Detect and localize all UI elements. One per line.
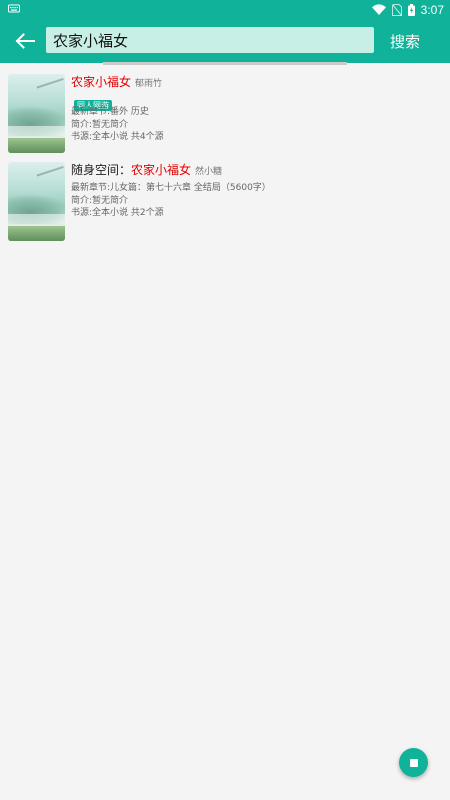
book-source: 书源:全本小说 共2个源 bbox=[71, 208, 164, 218]
book-intro: 简介:暂无简介 bbox=[71, 119, 129, 130]
book-info: 农家小福女 郁雨竹 同人网游 最新章节:番外 历史 简介:暂无简介 书源:全本小说… bbox=[71, 74, 442, 144]
book-title-line: 农家小福女 郁雨竹 bbox=[71, 74, 442, 93]
status-bar: 3:07 bbox=[0, 0, 450, 19]
search-button[interactable]: 搜索 bbox=[390, 31, 420, 52]
status-icons: 3:07 bbox=[371, 2, 444, 17]
stop-icon bbox=[409, 758, 418, 767]
book-cover bbox=[8, 162, 65, 241]
arrow-left-icon bbox=[15, 33, 35, 49]
search-result-item[interactable]: 农家小福女 郁雨竹 同人网游 最新章节:番外 历史 简介:暂无简介 书源:全本小说… bbox=[0, 70, 450, 156]
book-title-prefix: 随身空间： bbox=[71, 163, 132, 177]
search-result-item[interactable]: 随身空间：农家小福女 然小糖 最新章节:儿女篇：第七十六章 全结局（5600字） … bbox=[0, 158, 450, 244]
book-title-line: 随身空间：农家小福女 然小糖 bbox=[71, 161, 442, 181]
no-sim-icon bbox=[391, 3, 402, 16]
keyboard-icon bbox=[8, 4, 20, 13]
back-button[interactable] bbox=[12, 28, 38, 54]
book-latest-chapter: 最新章节:番外 历史 bbox=[71, 107, 149, 117]
book-latest-chapter: 最新章节:儿女篇：第七十六章 全结局（5600字） bbox=[71, 183, 271, 193]
book-source: 书源:全本小说 共4个源 bbox=[71, 132, 164, 142]
book-title-highlight: 农家小福女 bbox=[131, 163, 192, 177]
search-input[interactable] bbox=[46, 27, 374, 53]
loading-progress-line bbox=[103, 62, 347, 65]
battery-icon bbox=[407, 3, 415, 16]
status-time: 3:07 bbox=[420, 2, 444, 17]
stop-search-button[interactable] bbox=[399, 748, 428, 777]
search-app-bar: 搜索 bbox=[0, 19, 450, 63]
book-intro: 简介:暂无简介 bbox=[71, 195, 129, 206]
wifi-icon bbox=[371, 4, 386, 15]
book-cover bbox=[8, 74, 65, 153]
book-info: 随身空间：农家小福女 然小糖 最新章节:儿女篇：第七十六章 全结局（5600字） … bbox=[71, 161, 442, 220]
book-author: 然小糖 bbox=[195, 167, 223, 177]
book-title-highlight: 农家小福女 bbox=[71, 75, 132, 89]
search-box bbox=[46, 27, 374, 53]
book-author: 郁雨竹 bbox=[135, 79, 163, 89]
